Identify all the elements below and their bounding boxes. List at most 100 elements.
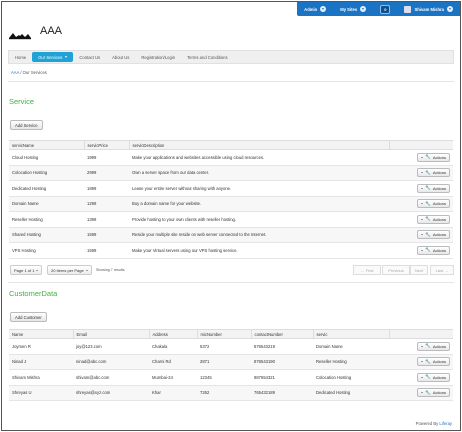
- actions-button[interactable]: 🔧 Actions: [417, 357, 450, 367]
- column-header[interactable]: servicDescription: [128, 140, 389, 150]
- actions-label: Actions: [432, 359, 446, 365]
- customer-servic-cell: Domain Name: [313, 338, 389, 355]
- items-per-page-selector[interactable]: 20 Items per Page: [47, 265, 92, 275]
- column-header[interactable]: contactNumber: [250, 329, 313, 339]
- actions-button[interactable]: 🔧 Actions: [417, 214, 450, 224]
- add-service-button[interactable]: Add Service: [10, 120, 43, 130]
- chevron-down-icon: [447, 6, 453, 12]
- customer-address-cell: Khar: [149, 385, 197, 401]
- nav-tab-home[interactable]: Home: [9, 51, 32, 63]
- caret-down-icon: [85, 269, 88, 271]
- last-page-button[interactable]: Last →: [430, 265, 454, 275]
- avatar: [404, 5, 412, 13]
- customer-servic-cell: Dedicated Hosting: [313, 385, 389, 401]
- site-title[interactable]: AAA: [40, 25, 62, 37]
- main-navigation: Home Our Services Contact Us About Us Re…: [8, 50, 454, 64]
- chevron-down-icon: [320, 6, 327, 12]
- actions-label: Actions: [432, 390, 446, 396]
- table-row: Shivam Mishra shivam@abc.com Mumbai-24 1234…: [9, 369, 453, 386]
- caret-down-icon: [421, 156, 424, 158]
- wrench-icon: 🔧: [425, 216, 431, 221]
- actions-button[interactable]: 🔧 Actions: [417, 372, 450, 382]
- page-frame: Admin My Sites 0 Shivam Mishra AAA Home: [1, 1, 461, 431]
- actions-button[interactable]: 🔧 Actions: [417, 388, 450, 398]
- nav-tab-our-services[interactable]: Our Services: [32, 52, 74, 62]
- customer-contact-cell: 765432189: [251, 385, 313, 401]
- actions-label: Actions: [432, 232, 446, 238]
- previous-page-button[interactable]: Previous: [382, 265, 410, 275]
- breadcrumb-root[interactable]: AAA: [11, 70, 19, 75]
- actions-button[interactable]: 🔧 Actions: [417, 245, 450, 255]
- customer-contact-cell: 876543190: [251, 354, 313, 370]
- actions-button[interactable]: 🔧 Actions: [417, 168, 450, 178]
- customer-name-cell: Shreyas U: [9, 385, 73, 401]
- table-row: Shared Hosting 1599 Reside your multiple s…: [9, 227, 453, 243]
- actions-button[interactable]: 🔧 Actions: [417, 199, 450, 209]
- customer-table: Name Email Address micNumber contactNumb…: [9, 329, 453, 401]
- actions-cell: 🔧 Actions: [389, 242, 453, 259]
- column-header[interactable]: servicPrice: [83, 140, 129, 150]
- customer-contact-cell: 987654321: [251, 369, 313, 386]
- caret-down-icon: [421, 249, 424, 251]
- actions-button[interactable]: 🔧 Actions: [417, 183, 450, 193]
- caret-down-icon: [421, 187, 424, 189]
- column-header[interactable]: Address: [148, 329, 197, 339]
- footer: Powered By Liferay: [416, 421, 452, 426]
- service-description-cell: Reside your multiple site reside on web …: [129, 227, 389, 243]
- divider: [8, 282, 454, 283]
- page-selector[interactable]: Page 1 of 1: [10, 265, 43, 275]
- table-row: Dedicated Hosting 1899 Lease your entire s…: [9, 180, 453, 197]
- caret-down-icon: [421, 172, 424, 174]
- actions-button[interactable]: 🔧 Actions: [417, 152, 450, 162]
- service-price-cell: 1399: [84, 211, 129, 228]
- actions-cell: 🔧 Actions: [389, 211, 453, 228]
- column-header[interactable]: servic: [312, 329, 389, 339]
- service-table: servicName servicPrice servicDescription…: [9, 140, 453, 259]
- column-header[interactable]: Email: [72, 329, 149, 339]
- wrench-icon: 🔧: [425, 231, 431, 237]
- next-page-button[interactable]: Next: [410, 265, 428, 275]
- service-name-cell: Shared Hosting: [9, 227, 84, 243]
- powered-by-label: Powered By: [415, 421, 439, 426]
- liferay-link[interactable]: Liferay: [439, 421, 452, 426]
- nav-tab-label: Our Services: [38, 54, 63, 60]
- actions-cell: 🔧 Actions: [389, 385, 453, 401]
- nav-tab-about-us[interactable]: About Us: [106, 51, 135, 63]
- customer-mic-cell: 7262: [197, 385, 251, 401]
- actions-cell: 🔧 Actions: [389, 196, 453, 212]
- actions-cell: 🔧 Actions: [389, 149, 453, 166]
- caret-down-icon: [421, 218, 424, 220]
- actions-cell: 🔧 Actions: [389, 369, 453, 386]
- actions-button[interactable]: 🔧 Actions: [417, 341, 450, 351]
- service-name-cell: Colocation Hosting: [9, 165, 84, 181]
- service-price-cell: 1599: [84, 227, 129, 243]
- service-name-cell: Domain Name: [9, 196, 84, 212]
- table-row: Colocation Hosting 2999 Own a server space…: [9, 165, 453, 181]
- column-header[interactable]: micNumber: [196, 329, 251, 339]
- column-header[interactable]: servicName: [9, 140, 84, 150]
- wrench-icon: 🔧: [425, 374, 431, 379]
- customer-name-cell: Shivam Mishra: [9, 369, 73, 386]
- customer-address-cell: Charni Rd: [149, 354, 197, 370]
- first-page-button[interactable]: ← First: [353, 265, 381, 275]
- actions-label: Actions: [432, 374, 446, 380]
- actions-cell: 🔧 Actions: [389, 354, 453, 370]
- table-row: Shreyas Ushreyas@xyz.com Khar 7262 76543218…: [9, 385, 453, 401]
- service-description-cell: Own a server space from our data center.: [129, 165, 389, 181]
- top-dock: Admin My Sites 0 Shivam Mishra: [297, 2, 460, 16]
- user-menu[interactable]: Shivam Mishra: [397, 2, 460, 16]
- actions-cell: 🔧 Actions: [389, 338, 453, 355]
- nav-tab-registration-login[interactable]: Registration/Login: [135, 51, 181, 63]
- nav-tab-contact-us[interactable]: Contact Us: [73, 51, 106, 63]
- actions-button[interactable]: 🔧 Actions: [417, 230, 450, 240]
- my-sites-menu[interactable]: My Sites: [333, 2, 373, 16]
- caret-down-icon: [65, 56, 68, 58]
- site-logo-icon[interactable]: [8, 26, 32, 44]
- column-header[interactable]: Name: [9, 329, 73, 339]
- service-price-cell: 1899: [84, 180, 129, 197]
- notifications-button[interactable]: 0: [373, 2, 397, 16]
- admin-menu[interactable]: Admin: [297, 2, 333, 16]
- nav-tab-terms[interactable]: Terms and Conditions: [181, 51, 234, 63]
- breadcrumb: AAA / Our Services: [11, 70, 47, 75]
- add-customer-button[interactable]: Add Customer: [10, 312, 47, 322]
